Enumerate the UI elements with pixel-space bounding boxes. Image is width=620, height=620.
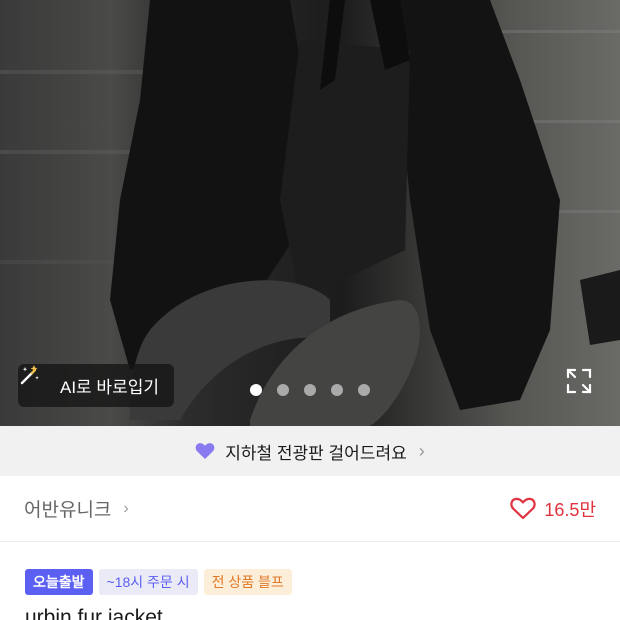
banner-text: 지하철 전광판 걸어드려요 <box>225 443 407 463</box>
carousel-indicator <box>250 384 370 396</box>
order-cutoff-badge: ~18시 주문 시 <box>98 569 198 595</box>
like-count: 16.5만 <box>544 499 596 520</box>
heart-outline-icon <box>510 497 537 520</box>
carousel-dot-1[interactable] <box>250 384 262 396</box>
badge-row: 오늘출발 ~18시 주문 시 전 상품 블프 <box>25 569 292 595</box>
brand-row: 어반유니크 › 16.5만 <box>0 476 620 542</box>
ai-try-on-label: AI로 바로입기 <box>60 378 159 397</box>
product-photo[interactable]: AI로 바로입기 <box>0 0 620 426</box>
heart-icon <box>195 442 215 460</box>
brand-name: 어반유니크 <box>24 500 112 521</box>
chevron-right-icon: › <box>123 499 129 517</box>
product-detail-page: AI로 바로입기 지하철 전광판 걸어드려요 › 어반유니크 › 16.5만 오… <box>0 0 620 620</box>
ai-try-on-button[interactable]: AI로 바로입기 <box>18 364 174 407</box>
carousel-dot-2[interactable] <box>277 384 289 396</box>
black-friday-badge: 전 상품 블프 <box>203 569 292 595</box>
subway-billboard-banner[interactable]: 지하철 전광판 걸어드려요 › <box>0 426 620 476</box>
like-button[interactable]: 16.5만 <box>510 496 596 522</box>
brand-link[interactable]: 어반유니크 › <box>24 495 129 522</box>
magic-wand-icon <box>20 365 52 397</box>
carousel-dot-3[interactable] <box>304 384 316 396</box>
expand-icon[interactable] <box>566 368 592 394</box>
carousel-dot-4[interactable] <box>331 384 343 396</box>
today-shipping-badge: 오늘출발 <box>25 569 93 595</box>
product-photo-illustration <box>0 0 620 426</box>
carousel-dot-5[interactable] <box>358 384 370 396</box>
chevron-right-icon: › <box>418 440 425 461</box>
product-name: urbin fur jacket <box>25 606 163 620</box>
